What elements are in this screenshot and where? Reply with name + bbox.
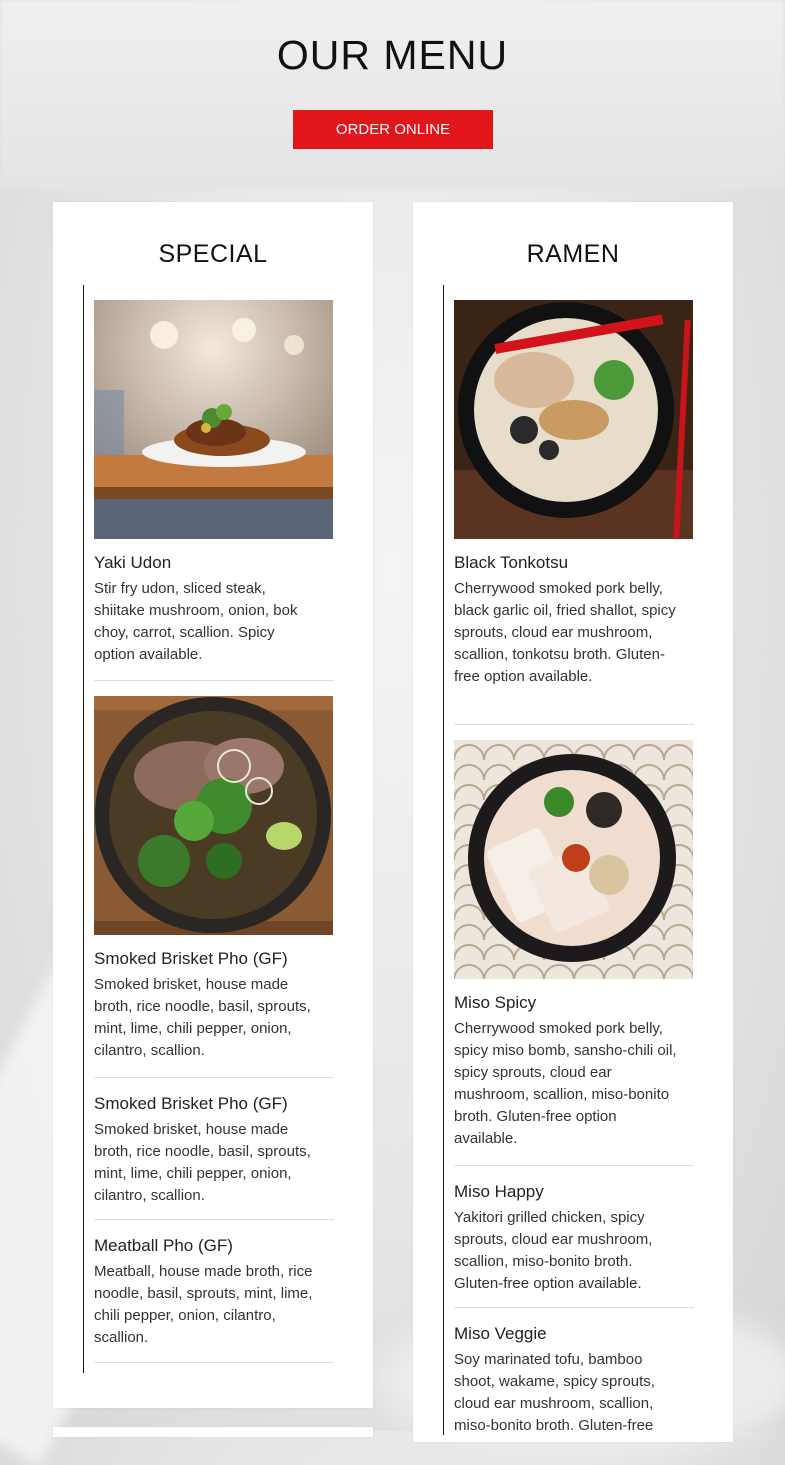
special-card-title: SPECIAL [158, 240, 268, 268]
special-menu-card: SPECIAL Yaki Udon Stir fry udon, sliced … [53, 202, 373, 1408]
special-item-smoked-brisket-pho-2[interactable]: Smoked Brisket Pho (GF) Smoked brisket, … [94, 1080, 334, 1207]
item-separator [94, 1219, 334, 1220]
item-description: Yakitori grilled chicken, spicy sprouts,… [454, 1209, 653, 1292]
special-item-meatball-pho[interactable]: Meatball Pho (GF) Meatball, house made b… [94, 1222, 334, 1349]
item-name: Meatball Pho (GF) [94, 1236, 233, 1255]
ramen-item-miso-veggie[interactable]: Miso Veggie Soy marinated tofu, bamboo s… [454, 1310, 694, 1437]
item-description: Smoked brisket, house made broth, rice n… [94, 976, 311, 1059]
smoked-brisket-pho-photo[interactable] [94, 696, 333, 935]
item-description: Cherrywood smoked pork belly, spicy miso… [454, 1020, 677, 1147]
item-name: Miso Veggie [454, 1324, 547, 1343]
special-item-smoked-brisket-pho[interactable]: Smoked Brisket Pho (GF) Smoked brisket, … [94, 696, 334, 1062]
item-name: Black Tonkotsu [454, 553, 569, 572]
yaki-udon-photo[interactable] [94, 300, 333, 539]
ramen-divider-line [443, 285, 444, 1435]
ramen-item-black-tonkotsu[interactable]: Black Tonkotsu Cherrywood smoked pork be… [454, 300, 694, 688]
item-description: Smoked brisket, house made broth, rice n… [94, 1121, 311, 1204]
item-separator [454, 1165, 694, 1166]
ramen-card-title: RAMEN [526, 240, 620, 268]
item-name: Smoked Brisket Pho (GF) [94, 949, 288, 968]
item-description: Meatball, house made broth, rice noodle,… [94, 1263, 313, 1346]
item-description: Stir fry udon, sliced steak, shiitake mu… [94, 580, 298, 663]
special-divider-line [83, 285, 84, 1373]
item-separator [94, 680, 334, 681]
next-menu-card [53, 1427, 373, 1437]
item-description: Cherrywood smoked pork belly, black garl… [454, 580, 676, 685]
black-tonkotsu-photo[interactable] [454, 300, 693, 539]
item-name: Smoked Brisket Pho (GF) [94, 1094, 288, 1113]
ramen-item-miso-happy[interactable]: Miso Happy Yakitori grilled chicken, spi… [454, 1168, 694, 1295]
order-online-button[interactable]: ORDER ONLINE [293, 110, 493, 149]
item-name: Miso Happy [454, 1182, 544, 1201]
background-top [0, 0, 785, 190]
item-separator [94, 1077, 334, 1078]
ramen-item-miso-spicy[interactable]: Miso Spicy Cherrywood smoked pork belly,… [454, 740, 694, 1150]
item-separator [94, 1362, 334, 1363]
item-separator [454, 724, 694, 725]
item-name: Miso Spicy [454, 993, 537, 1012]
special-item-yaki-udon[interactable]: Yaki Udon Stir fry udon, sliced steak, s… [94, 300, 334, 666]
item-name: Yaki Udon [94, 553, 172, 572]
item-description: Soy marinated tofu, bamboo shoot, wakame… [454, 1351, 655, 1434]
page-title: OUR MENU [276, 32, 509, 78]
item-separator [454, 1307, 694, 1308]
miso-spicy-photo[interactable] [454, 740, 693, 979]
ramen-menu-card: RAMEN Black Tonkotsu Cherrywood smoked p… [413, 202, 733, 1442]
